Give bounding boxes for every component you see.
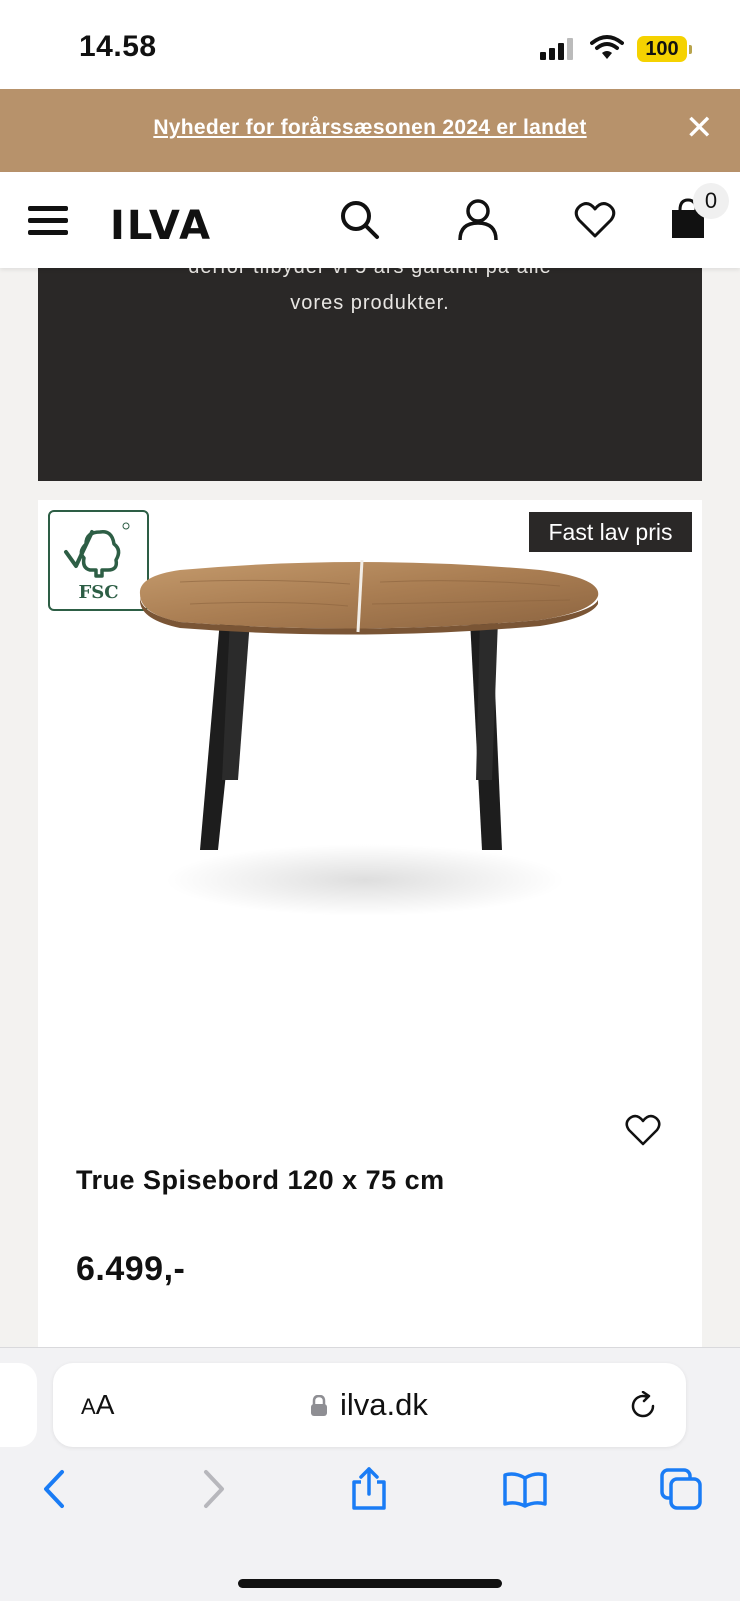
previous-tab-edge[interactable] (0, 1363, 37, 1447)
forward-icon[interactable] (190, 1466, 236, 1512)
text-size-button[interactable]: AA (81, 1389, 114, 1421)
bookmarks-icon[interactable] (502, 1466, 548, 1512)
share-icon[interactable] (346, 1466, 392, 1512)
product-image[interactable] (120, 560, 620, 960)
close-icon[interactable]: ✕ (685, 111, 714, 145)
search-icon[interactable] (338, 198, 382, 242)
tabs-icon[interactable] (658, 1466, 704, 1512)
home-indicator (238, 1579, 502, 1588)
heart-icon[interactable] (573, 198, 617, 242)
wifi-icon (590, 35, 624, 59)
signal-icon (540, 38, 576, 60)
site-header: ILVA 0 (0, 172, 740, 268)
back-icon[interactable] (32, 1466, 78, 1512)
favorite-icon[interactable] (624, 1112, 662, 1148)
menu-icon[interactable] (28, 206, 68, 236)
lock-icon (311, 1395, 327, 1416)
promo-banner: Nyheder for forårssæsonen 2024 er landet… (0, 89, 740, 172)
warranty-text-line-1: derfor tilbyder vi 5 års garanti på alle (38, 268, 702, 279)
status-time: 14.58 (79, 30, 157, 63)
logo[interactable]: ILVA (110, 203, 212, 249)
product-title[interactable]: True Spisebord 120 x 75 cm (76, 1165, 445, 1196)
battery-indicator: 100 (637, 36, 692, 62)
product-price: 6.499,- (76, 1250, 186, 1288)
address-bar[interactable]: AA ilva.dk (53, 1363, 686, 1447)
reload-icon[interactable] (629, 1391, 659, 1421)
promo-link[interactable]: Nyheder for forårssæsonen 2024 er landet (0, 116, 740, 140)
warranty-info-box: derfor tilbyder vi 5 års garanti på alle… (38, 268, 702, 481)
product-card[interactable]: FSC Fast lav pris True Spisebord 120 x 7… (38, 500, 702, 1350)
warranty-text-line-2: vores produkter. (290, 292, 450, 314)
account-icon[interactable] (456, 198, 500, 242)
status-bar: 14.58 100 (0, 0, 740, 89)
price-badge: Fast lav pris (529, 512, 692, 552)
url-text[interactable]: ilva.dk (340, 1387, 428, 1423)
browser-toolbar: AA ilva.dk (0, 1347, 740, 1601)
cart-count: 0 (693, 183, 729, 219)
